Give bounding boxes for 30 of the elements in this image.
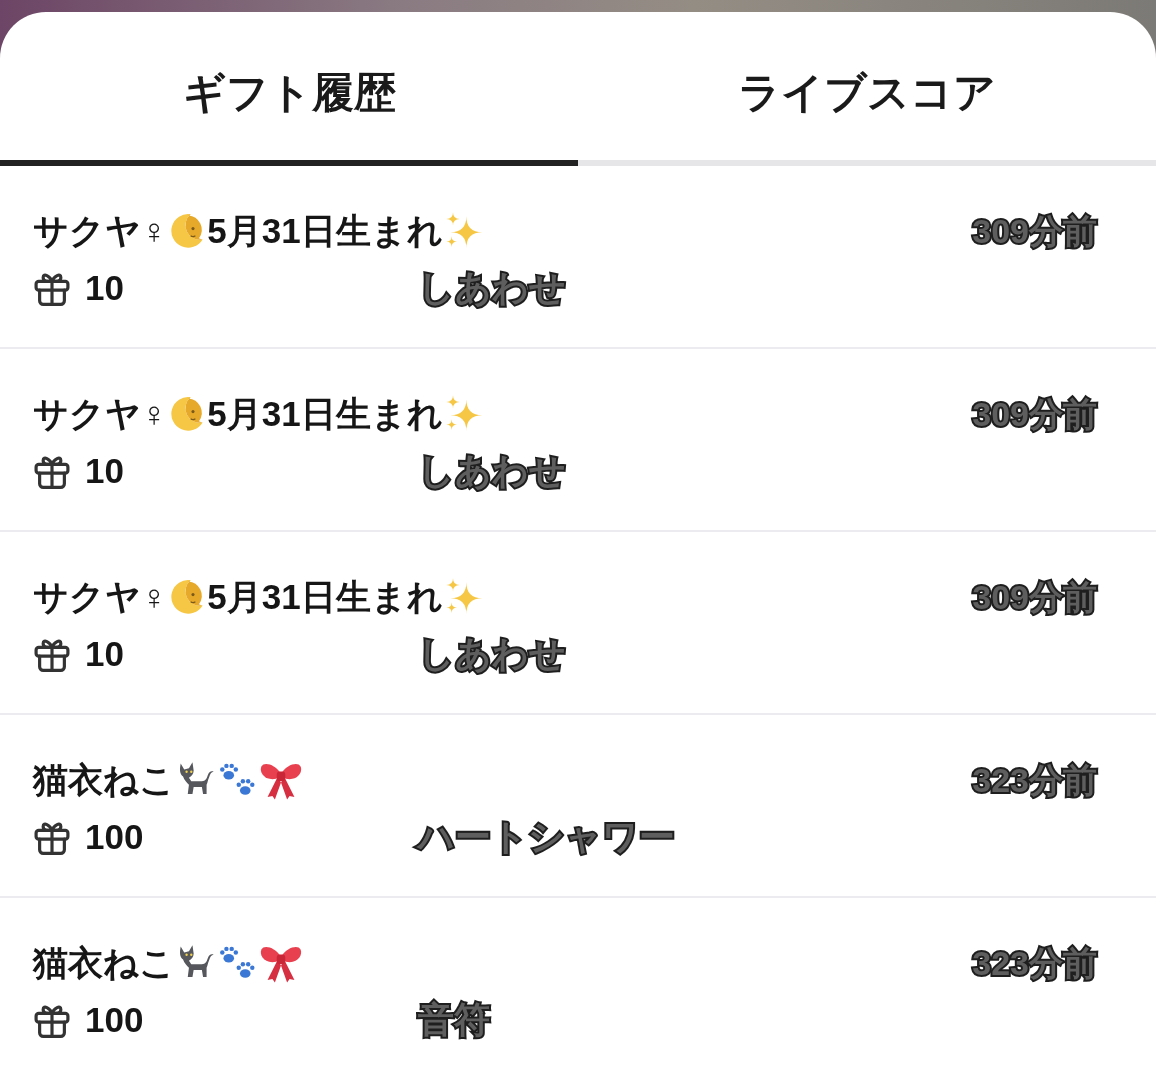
crescent-moon-icon	[169, 213, 206, 249]
gift-count: 10	[85, 633, 124, 675]
sender-name: 5月31日生まれ	[207, 210, 443, 252]
time-ago: 323分前	[972, 760, 1097, 801]
gift-name: 音符	[418, 999, 490, 1041]
sender-name: 5月31日生まれ	[207, 393, 443, 435]
paw-prints-icon	[217, 945, 257, 981]
crescent-moon-icon	[169, 579, 206, 615]
tab[interactable]: ライブスコア	[578, 12, 1156, 166]
gift-count: 10	[85, 450, 124, 492]
gift-name: ハートシャワー	[418, 816, 675, 858]
sender-name: サクヤ♀	[33, 576, 168, 618]
gift-count: 100	[85, 999, 144, 1041]
time-ago: 309分前	[972, 577, 1097, 618]
paw-prints-icon	[217, 762, 257, 798]
gift-count: 100	[85, 816, 144, 858]
sender-name: サクヤ♀	[33, 210, 168, 252]
time-ago: 323分前	[972, 943, 1097, 984]
gift-name: しあわせ	[418, 633, 566, 675]
sender-name: 猫衣ねこ	[33, 759, 175, 801]
crescent-moon-icon	[169, 396, 206, 432]
sender-name: 猫衣ねこ	[33, 942, 175, 984]
sender-name: サクヤ♀	[33, 393, 168, 435]
sender-name: 5月31日生まれ	[207, 576, 443, 618]
tab[interactable]: ギフト履歴	[0, 12, 578, 166]
time-ago: 309分前	[972, 211, 1097, 252]
gift-count: 10	[85, 267, 124, 309]
gift-name: しあわせ	[418, 267, 566, 309]
gift-name: しあわせ	[418, 450, 566, 492]
time-ago: 309分前	[972, 394, 1097, 435]
